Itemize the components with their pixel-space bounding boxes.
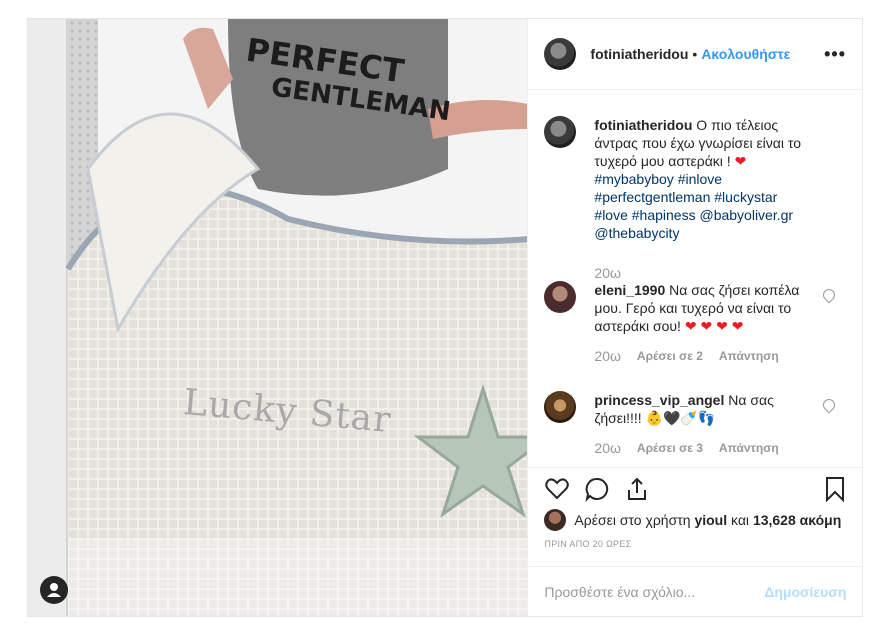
comment-emoji: ❤ ❤ ❤ ❤ [684,318,744,334]
caption-avatar[interactable] [544,116,577,148]
caption-hashtags-3[interactable]: #love #hapiness @babyoliver.gr [594,207,793,223]
caption-time[interactable]: 20ω [594,264,621,282]
caption-meta: 20ω [594,264,809,282]
comment-item: eleni_1990 Να σας ζήσει κοπέλα μου. Γερό… [528,281,862,365]
comment-item: princess_vip_angel Να σας ζήσει!!!! 👶🖤🍼👣… [528,391,862,457]
likes-middle: και [731,512,750,528]
likes-summary: Αρέσει στο χρήστη yioul και 13,628 ακόμη [544,509,841,531]
share-icon[interactable] [624,476,650,502]
reply-button[interactable]: Απάντηση [719,439,779,457]
caption-hashtags-4[interactable]: @thebabycity [594,225,679,241]
comment-time[interactable]: 20ω [594,347,621,365]
comment-meta: 20ω Αρέσει σε 2 Απάντηση [594,347,809,365]
user-icon [47,583,61,597]
comment-input[interactable]: Προσθέστε ένα σχόλιο... [544,584,764,600]
post-sidebar: fotiniatheridou • Ακολουθήστε ••• fotini… [527,19,863,616]
reply-button[interactable]: Απάντηση [719,347,779,365]
likes-count[interactable]: 13,628 ακόμη [753,512,841,528]
comment-author[interactable]: eleni_1990 [594,282,665,298]
comments-list[interactable]: fotiniatheridou Ο πιο τέλειος άντρας που… [528,91,862,461]
likes-prefix: Αρέσει στο χρήστη [574,512,691,528]
liker-avatar[interactable] [544,509,567,531]
comment-author[interactable]: princess_vip_angel [594,392,724,408]
like-comment-heart-icon[interactable] [820,286,838,304]
follow-button[interactable]: Ακολουθήστε [701,46,790,62]
red-heart-emoji: ❤ [734,153,747,169]
post-header: fotiniatheridou • Ακολουθήστε ••• [528,19,862,90]
comment-emoji: 👶🖤🍼👣 [645,410,716,426]
caption-hashtags-1[interactable]: #mybabyboy [594,171,673,187]
more-options-button[interactable]: ••• [824,44,846,65]
author-avatar[interactable] [544,38,577,70]
heart-icon[interactable] [544,476,570,502]
comment-likes[interactable]: Αρέσει σε 3 [637,439,703,457]
comment-time[interactable]: 20ω [594,439,621,457]
photo-illustration [28,19,528,616]
bookmark-icon[interactable] [824,476,846,502]
post-timestamp[interactable]: ΠΡΙΝ ΑΠΟ 20 ΩΡΕΣ [544,539,631,549]
caption-author[interactable]: fotiniatheridou [594,117,692,133]
separator-dot: • [692,46,698,62]
add-comment-bar: Προσθέστε ένα σχόλιο... Δημοσίευση [528,566,863,616]
liker-username[interactable]: yioul [694,512,727,528]
instagram-post: PERFECT GENTLEMAN Lucky Star fotiniather… [27,18,863,617]
comment-likes[interactable]: Αρέσει σε 2 [637,347,703,365]
like-comment-heart-icon[interactable] [820,396,838,414]
comment-avatar[interactable] [544,391,577,423]
comment-icon[interactable] [584,476,610,502]
post-photo[interactable]: PERFECT GENTLEMAN Lucky Star [28,19,528,616]
comment-body: princess_vip_angel Να σας ζήσει!!!! 👶🖤🍼👣… [594,391,809,457]
comment-avatar[interactable] [544,281,577,313]
comment-meta: 20ω Αρέσει σε 3 Απάντηση [594,439,809,457]
author-username[interactable]: fotiniatheridou [590,46,688,62]
tagged-users-button[interactable] [40,576,68,604]
action-bar [528,467,863,508]
comment-body: eleni_1990 Να σας ζήσει κοπέλα μου. Γερό… [594,281,809,365]
caption-body: fotiniatheridou Ο πιο τέλειος άντρας που… [594,116,809,282]
post-comment-button[interactable]: Δημοσίευση [764,584,846,600]
caption: fotiniatheridou Ο πιο τέλειος άντρας που… [528,116,862,282]
